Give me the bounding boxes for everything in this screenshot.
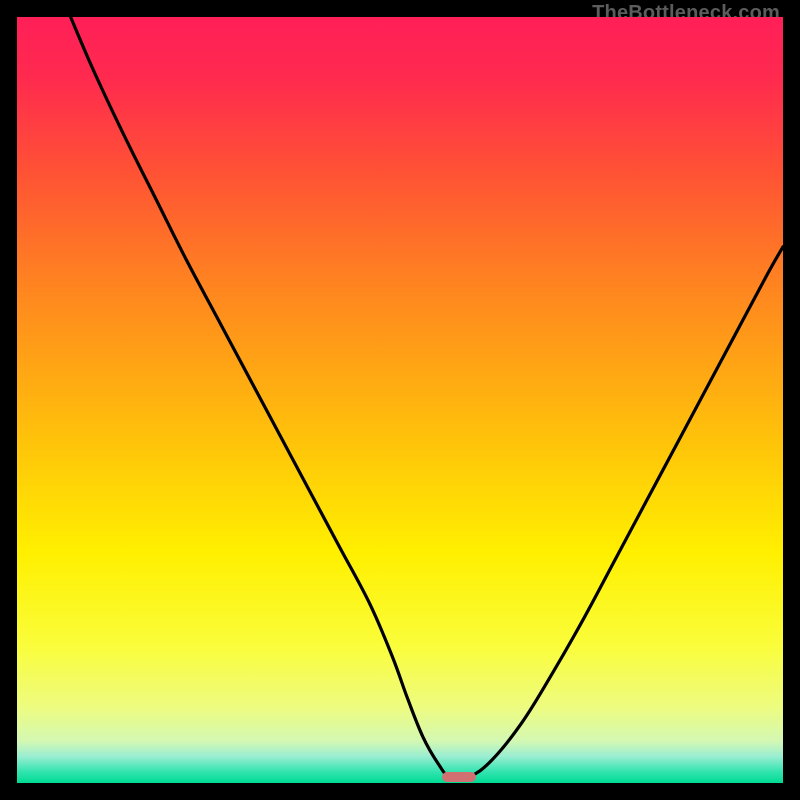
bottleneck-curve xyxy=(17,17,783,783)
plot-area xyxy=(17,17,783,783)
optimal-marker xyxy=(442,772,476,782)
chart-canvas: TheBottleneck.com xyxy=(0,0,800,800)
